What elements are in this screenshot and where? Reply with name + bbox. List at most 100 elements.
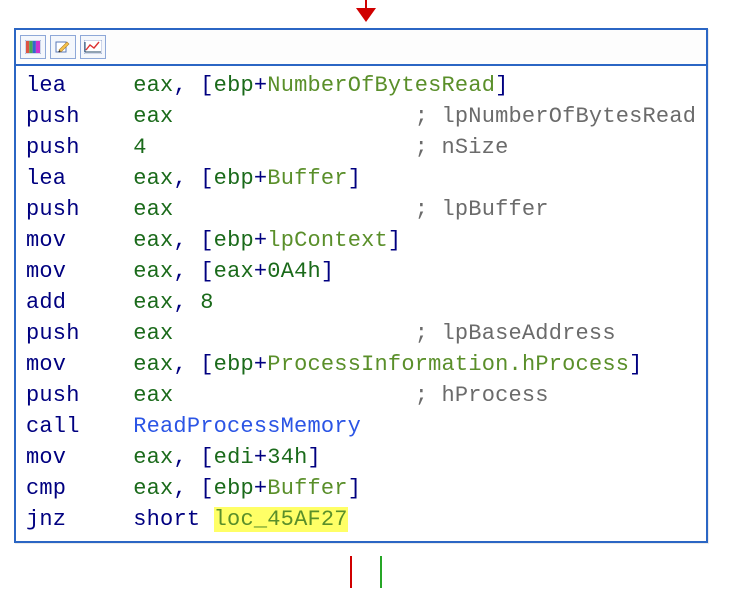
mnemonic: push bbox=[26, 321, 80, 346]
asm-call: ReadProcessMemory bbox=[133, 414, 361, 439]
asm-punc: , [ bbox=[173, 259, 213, 284]
asm-comment: ; lpBaseAddress bbox=[415, 321, 616, 346]
asm-line[interactable]: push eax ; lpNumberOfBytesRead bbox=[26, 101, 696, 132]
asm-punc: , bbox=[173, 290, 200, 315]
mnemonic: mov bbox=[26, 228, 66, 253]
asm-ident: NumberOfBytesRead bbox=[267, 73, 495, 98]
asm-line[interactable]: push 4 ; nSize bbox=[26, 132, 696, 163]
false-edge bbox=[350, 556, 352, 588]
asm-num: 4 bbox=[133, 135, 146, 160]
asm-punc: + bbox=[254, 476, 267, 501]
asm-num: 34h bbox=[267, 445, 307, 470]
edge-stem bbox=[365, 0, 367, 8]
asm-comment: ; lpNumberOfBytesRead bbox=[415, 104, 696, 129]
disassembly-listing[interactable]: lea eax, [ebp+NumberOfBytesRead]push eax… bbox=[16, 66, 706, 541]
asm-line[interactable]: cmp eax, [ebp+Buffer] bbox=[26, 473, 696, 504]
asm-punc: ] bbox=[321, 259, 334, 284]
node-toolbar bbox=[16, 30, 706, 66]
asm-line[interactable]: call ReadProcessMemory bbox=[26, 411, 696, 442]
asm-punc: , [ bbox=[173, 228, 213, 253]
asm-reg: ebp bbox=[214, 476, 254, 501]
asm-reg: eax bbox=[133, 290, 173, 315]
arrowhead-down-icon bbox=[356, 8, 376, 22]
asm-ident: Buffer bbox=[267, 476, 347, 501]
asm-punc: , [ bbox=[173, 445, 213, 470]
mnemonic: lea bbox=[26, 73, 66, 98]
asm-num: 0A4h bbox=[267, 259, 321, 284]
asm-comment: ; nSize bbox=[415, 135, 509, 160]
asm-num: 8 bbox=[200, 290, 213, 315]
asm-reg: ebp bbox=[214, 73, 254, 98]
mnemonic: call bbox=[26, 414, 80, 439]
asm-reg: eax bbox=[133, 321, 173, 346]
asm-reg: eax bbox=[133, 476, 173, 501]
mnemonic: jnz bbox=[26, 507, 66, 532]
asm-punc: + bbox=[254, 259, 267, 284]
asm-reg: eax bbox=[133, 197, 173, 222]
asm-ident: ProcessInformation.hProcess bbox=[267, 352, 629, 377]
asm-punc: ] bbox=[629, 352, 642, 377]
asm-punc: + bbox=[254, 445, 267, 470]
chart-icon[interactable] bbox=[80, 35, 106, 59]
asm-punc: , [ bbox=[173, 73, 213, 98]
asm-punc: + bbox=[254, 166, 267, 191]
mnemonic: add bbox=[26, 290, 66, 315]
incoming-edge bbox=[356, 0, 376, 22]
asm-punc: ] bbox=[388, 228, 401, 253]
asm-reg: eax bbox=[133, 228, 173, 253]
mnemonic: mov bbox=[26, 352, 66, 377]
asm-kw: short bbox=[133, 507, 213, 532]
palette-icon[interactable] bbox=[20, 35, 46, 59]
mnemonic: push bbox=[26, 383, 80, 408]
asm-punc: ] bbox=[348, 476, 361, 501]
true-edge bbox=[380, 556, 382, 588]
asm-reg: eax bbox=[133, 104, 173, 129]
asm-reg: eax bbox=[133, 445, 173, 470]
asm-line[interactable]: mov eax, [edi+34h] bbox=[26, 442, 696, 473]
asm-punc: + bbox=[254, 73, 267, 98]
asm-comment: ; hProcess bbox=[415, 383, 549, 408]
asm-punc: ] bbox=[495, 73, 508, 98]
asm-line[interactable]: jnz short loc_45AF27 bbox=[26, 504, 696, 535]
mnemonic: cmp bbox=[26, 476, 66, 501]
basic-block-node[interactable]: lea eax, [ebp+NumberOfBytesRead]push eax… bbox=[14, 28, 708, 543]
asm-reg: eax bbox=[133, 73, 173, 98]
asm-reg: ebp bbox=[214, 228, 254, 253]
mnemonic: mov bbox=[26, 259, 66, 284]
asm-reg: edi bbox=[214, 445, 254, 470]
mnemonic: mov bbox=[26, 445, 66, 470]
edit-icon[interactable] bbox=[50, 35, 76, 59]
asm-line[interactable]: add eax, 8 bbox=[26, 287, 696, 318]
mnemonic: lea bbox=[26, 166, 66, 191]
mnemonic: push bbox=[26, 104, 80, 129]
asm-line[interactable]: push eax ; lpBuffer bbox=[26, 194, 696, 225]
asm-reg: eax bbox=[133, 352, 173, 377]
asm-punc: + bbox=[254, 352, 267, 377]
mnemonic: push bbox=[26, 135, 80, 160]
asm-ident: loc_45AF27 bbox=[214, 507, 348, 532]
asm-line[interactable]: mov eax, [ebp+lpContext] bbox=[26, 225, 696, 256]
asm-punc: ] bbox=[308, 445, 321, 470]
graph-canvas[interactable]: lea eax, [ebp+NumberOfBytesRead]push eax… bbox=[0, 0, 732, 590]
asm-reg: ebp bbox=[214, 352, 254, 377]
asm-punc: + bbox=[254, 228, 267, 253]
asm-punc: , [ bbox=[173, 166, 213, 191]
asm-line[interactable]: push eax ; hProcess bbox=[26, 380, 696, 411]
asm-reg: eax bbox=[214, 259, 254, 284]
asm-line[interactable]: mov eax, [ebp+ProcessInformation.hProces… bbox=[26, 349, 696, 380]
asm-reg: eax bbox=[133, 259, 173, 284]
asm-comment: ; lpBuffer bbox=[415, 197, 549, 222]
asm-ident: Buffer bbox=[267, 166, 347, 191]
asm-reg: eax bbox=[133, 166, 173, 191]
asm-ident: lpContext bbox=[267, 228, 388, 253]
asm-punc: , [ bbox=[173, 352, 213, 377]
asm-line[interactable]: push eax ; lpBaseAddress bbox=[26, 318, 696, 349]
asm-punc: , [ bbox=[173, 476, 213, 501]
asm-reg: eax bbox=[133, 383, 173, 408]
asm-line[interactable]: lea eax, [ebp+NumberOfBytesRead] bbox=[26, 70, 696, 101]
mnemonic: push bbox=[26, 197, 80, 222]
outgoing-edges bbox=[326, 556, 406, 590]
asm-line[interactable]: lea eax, [ebp+Buffer] bbox=[26, 163, 696, 194]
asm-punc: ] bbox=[348, 166, 361, 191]
asm-line[interactable]: mov eax, [eax+0A4h] bbox=[26, 256, 696, 287]
